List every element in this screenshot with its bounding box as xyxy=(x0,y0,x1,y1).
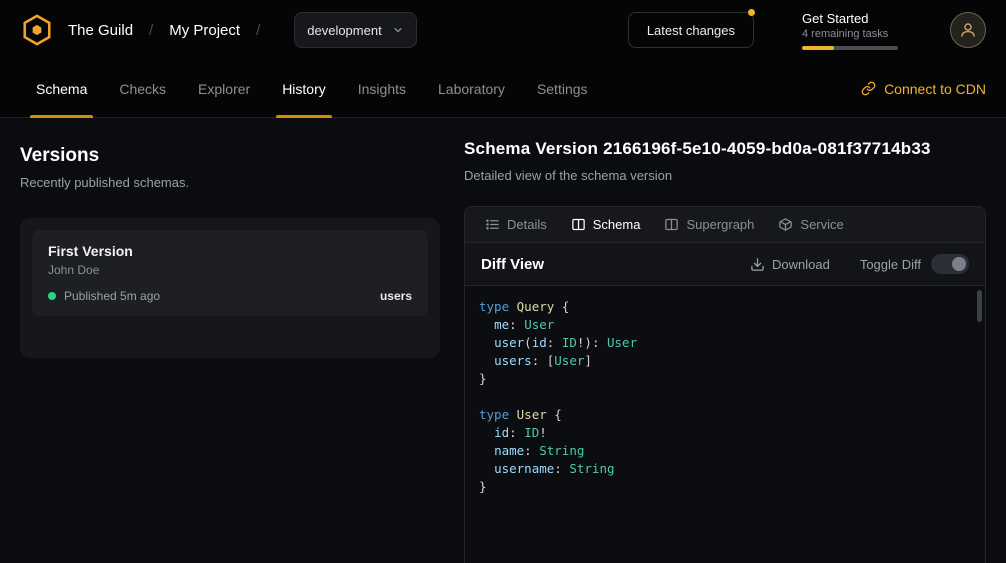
notification-dot xyxy=(748,9,755,16)
progress-fill xyxy=(802,46,834,50)
code-line: } xyxy=(479,478,971,496)
connect-to-cdn-button[interactable]: Connect to CDN xyxy=(861,60,986,117)
breadcrumb-separator: / xyxy=(256,22,260,39)
code-line: me: User xyxy=(479,316,971,334)
get-started-widget[interactable]: Get Started 4 remaining tasks xyxy=(802,11,898,50)
tab-laboratory[interactable]: Laboratory xyxy=(422,60,521,117)
detail-tab-supergraph[interactable]: Supergraph xyxy=(652,207,766,242)
breadcrumb-org[interactable]: The Guild xyxy=(68,22,133,39)
main-nav: SchemaChecksExplorerHistoryInsightsLabor… xyxy=(0,60,1006,118)
columns-icon xyxy=(664,217,679,232)
connect-cdn-label: Connect to CDN xyxy=(884,81,986,97)
list-icon xyxy=(485,217,500,232)
diff-view-title: Diff View xyxy=(481,256,544,273)
detail-tab-details[interactable]: Details xyxy=(473,207,559,242)
code-line: id: ID! xyxy=(479,424,971,442)
code-line: type Query { xyxy=(479,298,971,316)
person-icon xyxy=(959,21,977,39)
version-footer: Published 5m ago users xyxy=(48,289,412,303)
user-avatar[interactable] xyxy=(950,12,986,48)
get-started-progress-bar xyxy=(802,46,898,50)
chevron-down-icon xyxy=(392,24,404,36)
code-line: type User { xyxy=(479,406,971,424)
latest-changes-label: Latest changes xyxy=(647,23,735,38)
code-line: } xyxy=(479,370,971,388)
toggle-diff-label: Toggle Diff xyxy=(860,257,921,272)
detail-tab-schema[interactable]: Schema xyxy=(559,207,653,242)
version-list-item[interactable]: First Version John Doe Published 5m ago use… xyxy=(32,230,428,316)
versions-subtitle: Recently published schemas. xyxy=(20,175,440,190)
cube-icon xyxy=(778,217,793,232)
target-select[interactable]: development xyxy=(294,12,416,48)
nav-tabs: SchemaChecksExplorerHistoryInsightsLabor… xyxy=(20,60,604,117)
code-line: users: [User] xyxy=(479,352,971,370)
version-name: First Version xyxy=(48,243,412,259)
breadcrumb-project[interactable]: My Project xyxy=(169,22,240,39)
code-line xyxy=(479,388,971,406)
detail-tab-service[interactable]: Service xyxy=(766,207,855,242)
scrollbar[interactable] xyxy=(977,290,982,322)
version-detail-panel: Details Schema Supergraph Service Diff View… xyxy=(464,206,986,563)
tab-settings[interactable]: Settings xyxy=(521,60,604,117)
download-button[interactable]: Download xyxy=(750,257,830,272)
hive-logo-icon[interactable] xyxy=(20,13,54,47)
tab-history[interactable]: History xyxy=(266,60,342,117)
code-line: username: String xyxy=(479,460,971,478)
version-detail-title: Schema Version 2166196f-5e10-4059-bd0a-0… xyxy=(464,139,986,159)
download-label: Download xyxy=(772,257,830,272)
version-author: John Doe xyxy=(48,263,412,277)
columns-icon xyxy=(571,217,586,232)
published-dot-icon xyxy=(48,292,56,300)
code-line: name: String xyxy=(479,442,971,460)
versions-section: Versions Recently published schemas. Fir… xyxy=(20,118,440,358)
version-detail-section: Schema Version 2166196f-5e10-4059-bd0a-0… xyxy=(464,118,986,563)
link-icon xyxy=(861,81,876,96)
get-started-title: Get Started xyxy=(802,11,898,26)
get-started-subtitle: 4 remaining tasks xyxy=(802,28,898,40)
version-status: Published 5m ago xyxy=(64,289,160,303)
detail-tab-label: Service xyxy=(800,217,843,232)
code-line: user(id: ID!): User xyxy=(479,334,971,352)
schema-code-viewer: type Query { me: User user(id: ID!): Use… xyxy=(465,285,985,563)
version-service-badge: users xyxy=(380,289,412,303)
download-icon xyxy=(750,257,765,272)
versions-title: Versions xyxy=(20,145,440,167)
version-detail-subtitle: Detailed view of the schema version xyxy=(464,168,986,183)
target-select-value: development xyxy=(307,23,381,38)
detail-tab-label: Details xyxy=(507,217,547,232)
tab-schema[interactable]: Schema xyxy=(20,60,103,117)
toggle-knob xyxy=(952,257,966,271)
toggle-diff-switch[interactable] xyxy=(931,254,969,274)
breadcrumb-separator: / xyxy=(149,22,153,39)
tab-explorer[interactable]: Explorer xyxy=(182,60,266,117)
versions-list: First Version John Doe Published 5m ago use… xyxy=(20,218,440,358)
tab-insights[interactable]: Insights xyxy=(342,60,422,117)
detail-tabs: Details Schema Supergraph Service xyxy=(465,207,985,243)
code-lines: type Query { me: User user(id: ID!): Use… xyxy=(479,298,971,496)
detail-tab-label: Schema xyxy=(593,217,641,232)
tab-checks[interactable]: Checks xyxy=(103,60,182,117)
latest-changes-button[interactable]: Latest changes xyxy=(628,12,754,48)
diff-header: Diff View Download Toggle Diff xyxy=(465,243,985,285)
top-header: The Guild / My Project / development Lat… xyxy=(0,0,1006,60)
detail-tab-label: Supergraph xyxy=(686,217,754,232)
